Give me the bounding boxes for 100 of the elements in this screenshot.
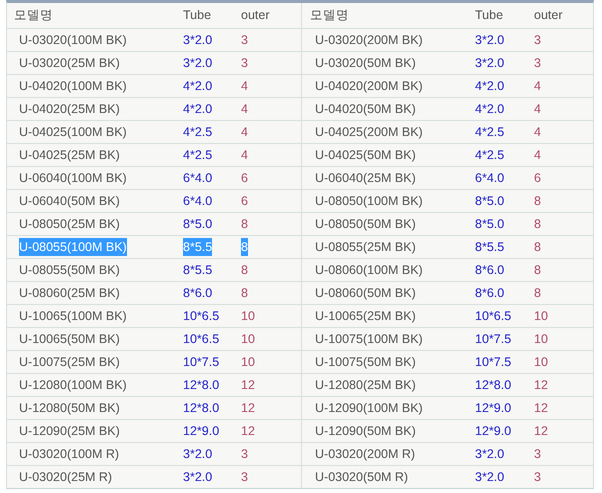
tube-cell-text: 8*5.5	[475, 238, 504, 256]
model-cell-text: U-10075(25M BK)	[19, 354, 120, 371]
outer-cell-text: 3	[241, 468, 248, 486]
model-cell-text: U-04025(200M BK)	[315, 124, 423, 141]
tube-cell-text: 10*7.5	[475, 354, 512, 371]
model-cell-text: U-10075(50M BK)	[315, 354, 416, 371]
column-header: 모델명	[310, 7, 349, 24]
outer-cell-text: 10	[241, 308, 255, 325]
tube-cell-text: 8*5.5	[183, 262, 212, 279]
tube-cell-text: 10*6.5	[183, 308, 220, 325]
outer-cell-text: 12	[241, 422, 255, 440]
outer-cell-text: 3	[534, 32, 541, 49]
model-cell-text: U-12090(50M BK)	[315, 422, 416, 440]
outer-cell-text: 4	[241, 100, 248, 118]
tube-cell-text: 10*7.5	[475, 330, 512, 348]
tube-cell-text: 8*6.0	[475, 284, 504, 302]
model-cell-text: U-04020(100M BK)	[19, 78, 127, 95]
tube-cell-text: 6*4.0	[183, 170, 212, 187]
outer-cell-text: 8	[534, 192, 541, 210]
model-cell: U-08055(100M BK)	[19, 238, 127, 256]
tube-cell-text: 4*2.5	[183, 146, 212, 164]
tube-cell-text: 10*7.5	[183, 354, 220, 371]
column-header: outer	[241, 7, 270, 24]
tube-cell-text: 4*2.0	[183, 100, 212, 118]
model-cell-text: U-03020(100M R)	[19, 446, 120, 463]
outer-cell-text: 3	[241, 446, 248, 463]
model-cell-text: U-04020(200M BK)	[315, 78, 423, 95]
model-cell-text: U-03020(25M BK)	[19, 54, 120, 72]
outer-cell-text: 10	[241, 354, 255, 371]
model-cell-text: U-12090(25M BK)	[19, 422, 120, 440]
outer-cell-text: 12	[534, 422, 548, 440]
model-cell-text: U-10065(100M BK)	[19, 308, 127, 325]
outer-cell-text: 8	[241, 284, 248, 302]
outer-cell-text: 3	[534, 446, 541, 463]
model-cell-text: U-08055(25M BK)	[315, 238, 416, 256]
tube-cell-text: 8*5.0	[475, 192, 504, 210]
outer-cell-text: 12	[241, 376, 255, 394]
outer-cell-text: 3	[534, 468, 541, 486]
model-cell-text: U-03020(50M R)	[315, 468, 408, 486]
outer-cell-text: 8	[534, 238, 541, 256]
outer-cell-text: 10	[534, 354, 548, 371]
tube-cell-text: 3*2.0	[183, 54, 212, 72]
outer-cell-text: 6	[534, 170, 541, 187]
outer-cell-text: 10	[534, 330, 548, 348]
model-cell-text: U-08050(100M BK)	[315, 192, 423, 210]
model-cell-text: U-10065(50M BK)	[19, 330, 120, 348]
outer-cell-text: 12	[534, 400, 548, 417]
outer-cell-text: 8	[534, 216, 541, 233]
outer-cell-text: 3	[241, 54, 248, 72]
tube-cell-text: 4*2.0	[475, 100, 504, 118]
model-cell-text: U-04020(50M BK)	[315, 100, 416, 118]
column-header: Tube	[475, 7, 504, 24]
outer-cell-text: 4	[241, 124, 248, 141]
tube-cell-text: 3*2.0	[475, 54, 504, 72]
tube-cell-text: 10*6.5	[183, 330, 220, 348]
model-cell-text: U-08060(100M BK)	[315, 262, 423, 279]
model-cell-text: U-04025(50M BK)	[315, 146, 416, 164]
tube-cell-text: 3*2.0	[475, 32, 504, 49]
model-cell-text: U-10065(25M BK)	[315, 308, 416, 325]
outer-cell-text: 6	[241, 192, 248, 210]
outer-cell-text: 10	[534, 308, 548, 325]
model-cell-text: U-03020(50M BK)	[315, 54, 416, 72]
tube-cell-text: 12*8.0	[475, 376, 512, 394]
outer-cell-text: 4	[241, 146, 248, 164]
tube-cell-text: 6*4.0	[475, 170, 504, 187]
tube-cell-text: 3*2.0	[475, 446, 504, 463]
model-cell-text: U-06040(100M BK)	[19, 170, 127, 187]
tube-cell-text: 4*2.0	[183, 78, 212, 95]
model-cell-text: U-03020(25M R)	[19, 468, 112, 486]
model-cell-text: U-08050(50M BK)	[315, 216, 416, 233]
outer-cell-text: 3	[241, 32, 248, 49]
model-cell-text: U-10075(100M BK)	[315, 330, 423, 348]
model-cell-text: U-08050(25M BK)	[19, 216, 120, 233]
tube-cell: 8*5.5	[183, 238, 212, 256]
outer-cell-text: 8	[241, 262, 248, 279]
outer-cell-text: 8	[241, 216, 248, 233]
tube-cell-text: 4*2.5	[183, 124, 212, 141]
model-cell-text: U-12090(100M BK)	[315, 400, 423, 417]
model-cell-text: U-04020(25M BK)	[19, 100, 120, 118]
tube-cell-text: 4*2.0	[475, 78, 504, 95]
tube-cell-text: 4*2.5	[475, 146, 504, 164]
tube-cell-text: 8*6.0	[183, 284, 212, 302]
model-cell-text: U-12080(100M BK)	[19, 376, 127, 394]
outer-cell-text: 12	[534, 376, 548, 394]
tube-cell-text: 3*2.0	[183, 446, 212, 463]
outer-cell-text: 4	[534, 78, 541, 95]
model-cell-text: U-06040(50M BK)	[19, 192, 120, 210]
tube-cell-text: 8*5.0	[183, 216, 212, 233]
model-cell-text: U-08055(50M BK)	[19, 262, 120, 279]
tube-cell-text: 10*6.5	[475, 308, 512, 325]
outer-cell-text: 6	[241, 170, 248, 187]
tube-cell-text: 6*4.0	[183, 192, 212, 210]
tube-cell-text: 12*8.0	[183, 376, 220, 394]
outer-cell-text: 8	[534, 284, 541, 302]
outer-cell-text: 4	[534, 124, 541, 141]
model-cell-text: U-03020(200M R)	[315, 446, 416, 463]
outer-cell-text: 12	[241, 400, 255, 417]
tube-cell-text: 12*9.0	[475, 400, 512, 417]
outer-cell: 8	[241, 238, 248, 256]
model-cell-text: U-12080(25M BK)	[315, 376, 416, 394]
